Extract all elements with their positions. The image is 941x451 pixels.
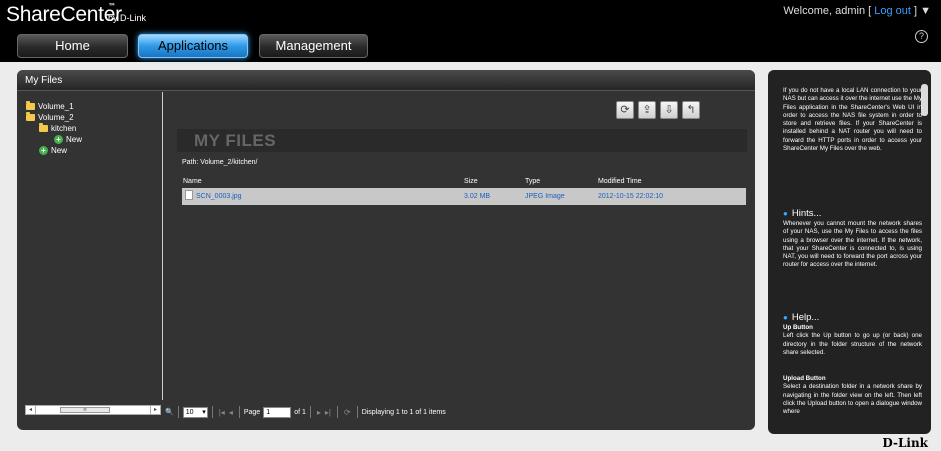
help-intro: If you do not have a local LAN connectio… [783, 87, 922, 153]
tree-item-label: New [66, 135, 83, 144]
prev-page-icon[interactable]: ◂ [229, 408, 233, 417]
my-files-panel: My Files Volume_1 Volume_2 kitchen + New… [17, 70, 755, 430]
nav-home[interactable]: Home [17, 34, 128, 58]
help-heading: ● Help... [783, 312, 819, 323]
search-icon[interactable]: 🔍 [165, 408, 174, 416]
hints-text: Whenever you cannot mount the network sh… [783, 220, 922, 269]
refresh-icon[interactable]: ⟳ [344, 408, 351, 417]
tree-item-new-folder[interactable]: + New [54, 135, 82, 144]
upload-icon[interactable]: ⇪ [638, 101, 656, 119]
tree-item-label: Volume_2 [38, 113, 74, 122]
tree-item-volume-2[interactable]: Volume_2 [26, 112, 74, 122]
file-size: 3.02 MB [464, 193, 491, 200]
divider [356, 406, 358, 418]
divider [238, 406, 240, 418]
divider [336, 406, 338, 418]
first-page-icon[interactable]: |◂ [219, 408, 225, 417]
folder-icon [39, 123, 48, 132]
column-header-type[interactable]: Type [525, 178, 540, 185]
logout-link[interactable]: Log out [874, 5, 911, 17]
upload-button-help: Upload Button Select a destination folde… [783, 375, 922, 416]
new-folder-icon: + [39, 146, 48, 155]
nav-management[interactable]: Management [259, 34, 368, 58]
scroll-right-arrow-icon[interactable]: ▸ [150, 406, 160, 414]
file-content-area: ⟳ ⇪ ⇩ ↰ MY FILES Path: Volume_2/kitchen/… [165, 92, 755, 430]
top-header: ShareCenter ™ by D-Link Welcome, admin [… [0, 0, 941, 62]
table-row[interactable]: SCN_0003.jpg 3.02 MB JPEG Image 2012-10-… [182, 188, 746, 205]
current-path: Path: Volume_2/kitchen/ [182, 159, 258, 166]
up-button-text: Left click the Up button to go up (or ba… [783, 332, 922, 356]
tree-item-label: kitchen [51, 124, 77, 133]
new-folder-icon: + [54, 135, 63, 144]
help-icon[interactable]: ? [915, 30, 928, 43]
file-name[interactable]: SCN_0003.jpg [196, 188, 242, 205]
help-panel: If you do not have a local LAN connectio… [768, 70, 931, 434]
last-page-icon[interactable]: ▸| [325, 408, 331, 417]
pager-status: Displaying 1 to 1 of 1 items [361, 408, 446, 416]
bullet-icon: ● [783, 313, 788, 322]
tree-item-label: New [51, 146, 68, 155]
page-of-label: of 1 [294, 408, 306, 416]
file-type: JPEG Image [525, 193, 565, 200]
hints-heading: ● Hints... [783, 208, 821, 219]
up-button-help: Up Button Left click the Up button to go… [783, 324, 922, 357]
scroll-left-arrow-icon[interactable]: ◂ [26, 406, 36, 414]
help-scrollbar[interactable] [921, 84, 928, 116]
refresh-icon[interactable]: ⟳ [616, 101, 634, 119]
dlink-footer-logo: D-Link [882, 436, 928, 450]
up-button-title: Up Button [783, 324, 813, 331]
upload-button-text: Select a destination folder in a network… [783, 383, 922, 416]
tree-item-volume-1[interactable]: Volume_1 [26, 101, 74, 111]
file-modified: 2012-10-15 22:02:10 [598, 193, 663, 200]
folder-icon [26, 101, 35, 110]
page-number-input[interactable]: 1 [263, 406, 292, 418]
tree-horizontal-scrollbar[interactable]: ◂ ≡ ▸ [25, 405, 161, 415]
divider [211, 406, 213, 418]
welcome-prefix: Welcome, admin [ [783, 5, 872, 17]
divider [177, 406, 179, 418]
content-title: MY FILES [177, 129, 747, 152]
upload-button-title: Upload Button [783, 375, 826, 382]
page-size-select[interactable]: 10 [182, 406, 208, 418]
help-title: Help... [791, 312, 820, 323]
column-header-name[interactable]: Name [183, 178, 202, 185]
download-icon[interactable]: ⇩ [660, 101, 678, 119]
tree-item-kitchen[interactable]: kitchen [39, 123, 77, 133]
brand-trademark: ™ [108, 2, 116, 11]
up-folder-icon[interactable]: ↰ [682, 101, 700, 119]
next-page-icon[interactable]: ▸ [317, 408, 321, 417]
tree-item-label: Volume_1 [38, 102, 74, 111]
folder-icon [26, 112, 35, 121]
bullet-icon: ● [783, 209, 788, 218]
page-label: Page [243, 408, 261, 416]
scroll-thumb[interactable]: ≡ [60, 407, 110, 413]
folder-tree: Volume_1 Volume_2 kitchen + New + New [17, 92, 163, 400]
divider [309, 406, 311, 418]
column-header-size[interactable]: Size [464, 178, 478, 185]
brand-byline: by D-Link [108, 13, 147, 23]
brand-logo: ShareCenter [6, 3, 122, 26]
hints-title: Hints... [791, 208, 822, 219]
nav-applications[interactable]: Applications [138, 34, 248, 58]
welcome-text: Welcome, admin [ Log out ] ▼ [783, 5, 931, 17]
welcome-suffix[interactable]: ] ▼ [914, 5, 931, 17]
tree-item-new-folder[interactable]: + New [39, 146, 67, 155]
pagination-bar: 🔍 10 |◂ ◂ Page 1 of 1 ▸ ▸| ⟳ Displaying … [165, 403, 446, 421]
file-icon [185, 190, 193, 200]
panel-title: My Files [17, 70, 755, 91]
column-header-modified[interactable]: Modified Time [598, 178, 642, 185]
